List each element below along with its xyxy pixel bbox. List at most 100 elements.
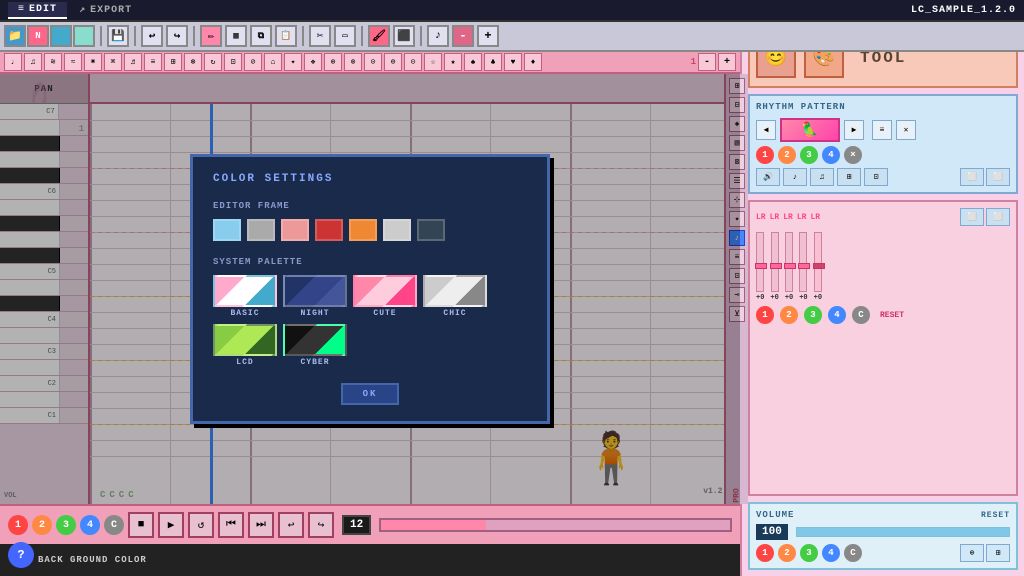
export-tab[interactable]: ↗ EXPORT — [69, 2, 142, 19]
paint-btn[interactable]: 🖌 — [368, 25, 390, 47]
vol-ch-2[interactable]: 2 — [778, 544, 796, 562]
undo-btn[interactable]: ↩ — [141, 25, 163, 47]
dialog-overlay[interactable]: COLOR SETTINGS EDITOR FRAME SYSTEM PALET… — [0, 74, 740, 504]
plus-btn[interactable]: + — [477, 25, 499, 47]
track-2-btn[interactable]: 2 — [32, 515, 52, 535]
fader-track-3[interactable] — [785, 232, 793, 292]
edit-tab[interactable]: ≡ EDIT — [8, 2, 67, 19]
icon24[interactable]: ♠ — [464, 53, 482, 71]
icon23[interactable]: ★ — [444, 53, 462, 71]
palette-basic[interactable]: BASIC — [213, 275, 277, 318]
rhythm-next-btn[interactable]: ▶ — [844, 120, 864, 140]
icon21[interactable]: ⊝ — [404, 53, 422, 71]
rhythm-prev-btn[interactable]: ◀ — [756, 120, 776, 140]
count-plus[interactable]: + — [718, 53, 736, 71]
redo-btn[interactable]: ↪ — [166, 25, 188, 47]
frame-color-3[interactable] — [281, 219, 309, 241]
icon15[interactable]: ✦ — [284, 53, 302, 71]
folder-btn[interactable]: 📁 — [4, 25, 26, 47]
eraser-btn[interactable]: ▭ — [334, 25, 356, 47]
track-c-btn[interactable]: C — [104, 515, 124, 535]
frame-color-1[interactable] — [213, 219, 241, 241]
progress-bar[interactable] — [379, 518, 732, 532]
icon17[interactable]: ⊕ — [324, 53, 342, 71]
track-4-btn[interactable]: 4 — [80, 515, 100, 535]
vol-icon-1[interactable]: ⊕ — [960, 544, 984, 562]
play-btn[interactable]: ▶ — [158, 512, 184, 538]
vol-ch-3[interactable]: 3 — [800, 544, 818, 562]
palette-cyber[interactable]: CYBER — [283, 324, 347, 367]
copy2-btn[interactable] — [73, 25, 95, 47]
rhythm-num-3[interactable]: 3 — [800, 146, 818, 164]
fader-track-4[interactable] — [799, 232, 807, 292]
rhythm-sound-icon[interactable]: 🔊 — [756, 168, 780, 186]
fader-track-1[interactable] — [756, 232, 764, 292]
save-btn[interactable]: 💾 — [107, 25, 129, 47]
icon13[interactable]: ⊘ — [244, 53, 262, 71]
rhythm-icon-4[interactable]: ⊞ — [837, 168, 861, 186]
select-btn[interactable]: ▦ — [225, 25, 247, 47]
frame-color-5[interactable] — [349, 219, 377, 241]
mixer-ch-1[interactable]: 1 — [756, 306, 774, 324]
mixer-reset-btn[interactable]: RESET — [880, 311, 904, 320]
new-btn[interactable]: N — [27, 25, 49, 47]
palette-lcd[interactable]: LCD — [213, 324, 277, 367]
frame-color-2[interactable] — [247, 219, 275, 241]
track-3-btn[interactable]: 3 — [56, 515, 76, 535]
icon7[interactable]: ♬ — [124, 53, 142, 71]
frame-color-6[interactable] — [383, 219, 411, 241]
loop-btn[interactable]: ↺ — [188, 512, 214, 538]
vol-ch-1[interactable]: 1 — [756, 544, 774, 562]
note-btn[interactable]: ♪ — [427, 25, 449, 47]
icon14[interactable]: ⌂ — [264, 53, 282, 71]
palette-night[interactable]: NIGHT — [283, 275, 347, 318]
frame-color-7[interactable] — [417, 219, 445, 241]
icon25[interactable]: ♣ — [484, 53, 502, 71]
rewind-btn[interactable]: ⏮ — [218, 512, 244, 538]
icon5[interactable]: ⁕ — [84, 53, 102, 71]
icon22[interactable]: ☆ — [424, 53, 442, 71]
paste-btn[interactable]: 📋 — [275, 25, 297, 47]
copy-btn[interactable] — [50, 25, 72, 47]
fastfwd-btn[interactable]: ⏭ — [248, 512, 274, 538]
icon10[interactable]: ⊛ — [184, 53, 202, 71]
rhythm-num-x[interactable]: × — [844, 146, 862, 164]
minus-btn[interactable]: - — [452, 25, 474, 47]
icon1[interactable]: ♩ — [4, 53, 22, 71]
rhythm-num-4[interactable]: 4 — [822, 146, 840, 164]
stop-btn[interactable]: ■ — [128, 512, 154, 538]
mixer-btn-2[interactable]: ⬜ — [986, 208, 1010, 226]
vol-bar[interactable] — [796, 527, 1010, 537]
icon9[interactable]: ⊞ — [164, 53, 182, 71]
rhythm-num-1[interactable]: 1 — [756, 146, 774, 164]
cut-btn[interactable]: ✂ — [309, 25, 331, 47]
redo-transport-btn[interactable]: ↪ — [308, 512, 334, 538]
icon11[interactable]: ↻ — [204, 53, 222, 71]
rhythm-x-btn[interactable]: ✕ — [896, 120, 916, 140]
rhythm-icon-3[interactable]: ♫ — [810, 168, 834, 186]
icon3[interactable]: ≋ — [44, 53, 62, 71]
icon16[interactable]: ❖ — [304, 53, 322, 71]
track-1-btn[interactable]: 1 — [8, 515, 28, 535]
rhythm-icon-5[interactable]: ⊡ — [864, 168, 888, 186]
rhythm-num-2[interactable]: 2 — [778, 146, 796, 164]
icon6[interactable]: ⌘ — [104, 53, 122, 71]
vol-icon-2[interactable]: ⊞ — [986, 544, 1010, 562]
fill-btn[interactable]: ⬛ — [393, 25, 415, 47]
icon26[interactable]: ♥ — [504, 53, 522, 71]
volume-reset-btn[interactable]: RESET — [981, 511, 1010, 520]
copy3-btn[interactable]: ⧉ — [250, 25, 272, 47]
fader-track-2[interactable] — [771, 232, 779, 292]
icon18[interactable]: ⊗ — [344, 53, 362, 71]
icon20[interactable]: ⊜ — [384, 53, 402, 71]
palette-cute[interactable]: CUTE — [353, 275, 417, 318]
ok-button[interactable]: OK — [341, 383, 400, 405]
undo-transport-btn[interactable]: ↩ — [278, 512, 304, 538]
icon2[interactable]: ♫ — [24, 53, 42, 71]
pencil-btn[interactable]: ✏ — [200, 25, 222, 47]
palette-chic[interactable]: CHIC — [423, 275, 487, 318]
icon12[interactable]: ⊡ — [224, 53, 242, 71]
icon19[interactable]: ⊙ — [364, 53, 382, 71]
help-btn[interactable]: ? — [8, 542, 34, 568]
mixer-ch-2[interactable]: 2 — [780, 306, 798, 324]
